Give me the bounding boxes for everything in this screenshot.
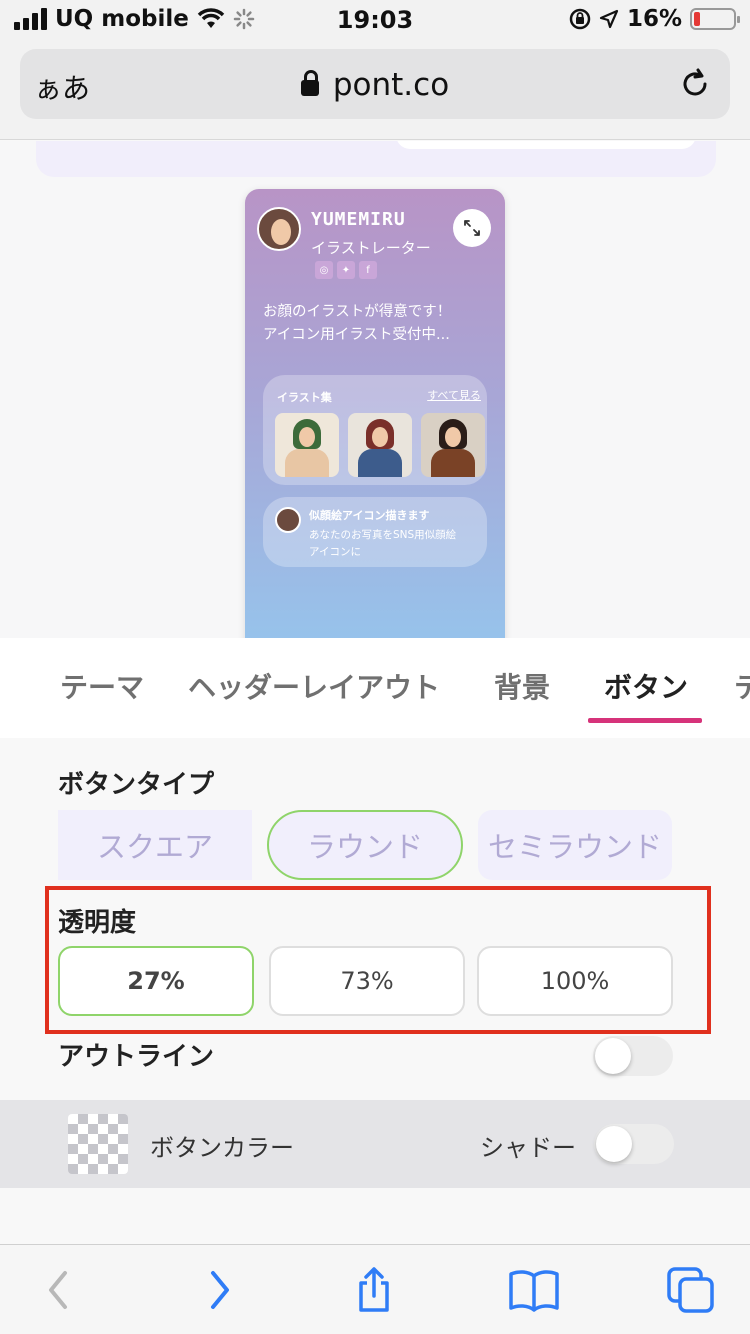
opacity-option-73[interactable]: 73% [269,946,465,1016]
button-color-swatch[interactable] [68,1114,128,1174]
profile-preview-area: YUMEMIRU イラストレーター ◎ ✦ f お顔のイラストが得意です！ アイ… [0,141,750,638]
opacity-option-27[interactable]: 27% [58,946,254,1016]
address-bar[interactable]: ぁあ pont.co [20,49,730,119]
preview-service-card[interactable]: 似顔絵アイコン描きます あなたのお写真をSNS用似顔絵 アイコンに [263,497,487,567]
facebook-icon: f [359,261,377,279]
gallery-see-all-link[interactable]: すべて見る [427,387,481,403]
tab-background[interactable]: 背景 [494,666,550,706]
opacity-option-100[interactable]: 100% [477,946,673,1016]
battery-icon [690,8,740,30]
back-button[interactable] [36,1267,80,1313]
toggle-knob [596,1126,632,1162]
opacity-title: 透明度 [58,908,137,938]
expand-icon [464,220,480,236]
blank-spacer [0,1188,750,1244]
preview-bio: お顔のイラストが得意です！ アイコン用イラスト受付中... [263,304,452,343]
gallery-thumbnails [275,413,485,477]
button-type-round[interactable]: ラウンド [267,810,463,880]
preview-avatar [257,207,301,251]
expand-preview-button[interactable] [453,209,491,247]
preview-name: YUMEMIRU [311,209,406,230]
back-icon [49,1271,67,1309]
button-color-label: ボタンカラー [150,1134,294,1162]
location-icon [599,9,619,29]
tab-button[interactable]: ボタン [604,666,688,706]
tab-next-partial[interactable]: テ [734,666,750,706]
forward-button[interactable] [198,1267,242,1313]
shadow-toggle[interactable] [594,1124,674,1164]
bookmarks-icon [509,1270,559,1312]
status-bar: UQ mobile 19:03 16% [0,0,750,40]
gallery-thumbnail[interactable] [348,413,412,477]
tabs-button[interactable] [666,1267,716,1313]
tabs-icon [667,1267,714,1313]
preview-role: イラストレーター [311,239,431,257]
ghost-card [36,141,716,177]
orientation-lock-icon [569,8,591,30]
button-color-row: ボタンカラー シャドー [0,1100,750,1188]
preview-gallery: イラスト集 すべて見る [263,375,487,485]
active-tab-indicator [588,718,702,723]
button-type-title: ボタンタイプ [58,770,215,800]
gallery-thumbnail[interactable] [421,413,485,477]
service-card-description: あなたのお写真をSNS用似顔絵 アイコンに [309,529,457,558]
service-card-title: 似顔絵アイコン描きます [309,509,430,522]
browser-toolbar [0,1244,750,1334]
url-display[interactable]: pont.co [20,67,730,103]
battery-level [694,12,700,26]
toggle-knob [595,1038,631,1074]
tab-header-layout[interactable]: ヘッダーレイアウト [188,666,440,706]
share-button[interactable] [352,1267,396,1313]
forward-icon [211,1271,229,1309]
button-settings-panel: ボタンタイプ スクエア ラウンド セミラウンド 透明度 27% 73% 100%… [0,738,750,1100]
battery-percent: 16% [626,6,682,32]
button-type-square[interactable]: スクエア [58,810,252,880]
reload-icon[interactable] [678,67,712,101]
share-icon [359,1267,389,1312]
browser-address-area: ぁあ pont.co [0,40,750,140]
shadow-label: シャドー [480,1134,576,1162]
bookmarks-button[interactable] [508,1267,560,1313]
url-text: pont.co [332,67,450,103]
outline-label: アウトライン [58,1042,215,1072]
lock-icon [300,70,319,96]
button-type-semiround[interactable]: セミラウンド [478,810,672,880]
instagram-icon: ◎ [315,261,333,279]
twitter-icon: ✦ [337,261,355,279]
tab-theme[interactable]: テーマ [60,666,144,706]
outline-toggle[interactable] [593,1036,673,1076]
profile-preview-phone: YUMEMIRU イラストレーター ◎ ✦ f お顔のイラストが得意です！ アイ… [245,189,505,638]
preview-social-links: ◎ ✦ f [315,261,377,279]
settings-tabs: テーマ ヘッダーレイアウト 背景 ボタン テ [0,638,750,738]
gallery-thumbnail[interactable] [275,413,339,477]
service-card-avatar [275,507,301,533]
status-right: 16% [569,6,740,32]
gallery-title: イラスト集 [277,391,332,404]
